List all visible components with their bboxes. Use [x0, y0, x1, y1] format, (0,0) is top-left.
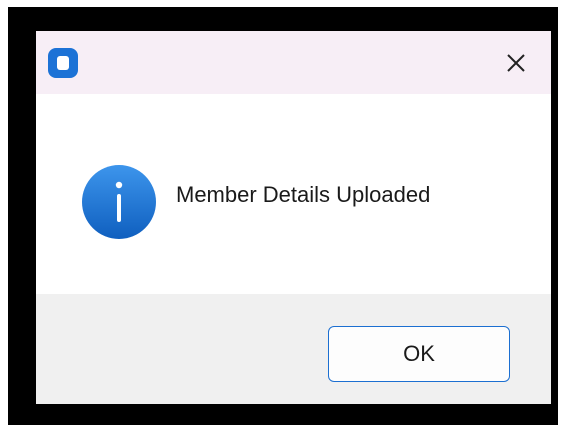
message-dialog: Member Details Uploaded OK [36, 31, 551, 404]
dialog-content: Member Details Uploaded [36, 94, 551, 294]
dialog-footer: OK [36, 294, 551, 404]
app-window-icon [48, 48, 78, 78]
dialog-message: Member Details Uploaded [176, 182, 431, 207]
ok-button[interactable]: OK [328, 326, 510, 382]
close-button[interactable] [494, 43, 538, 83]
info-icon [82, 165, 156, 239]
close-icon [507, 54, 525, 72]
dialog-titlebar [36, 31, 551, 94]
